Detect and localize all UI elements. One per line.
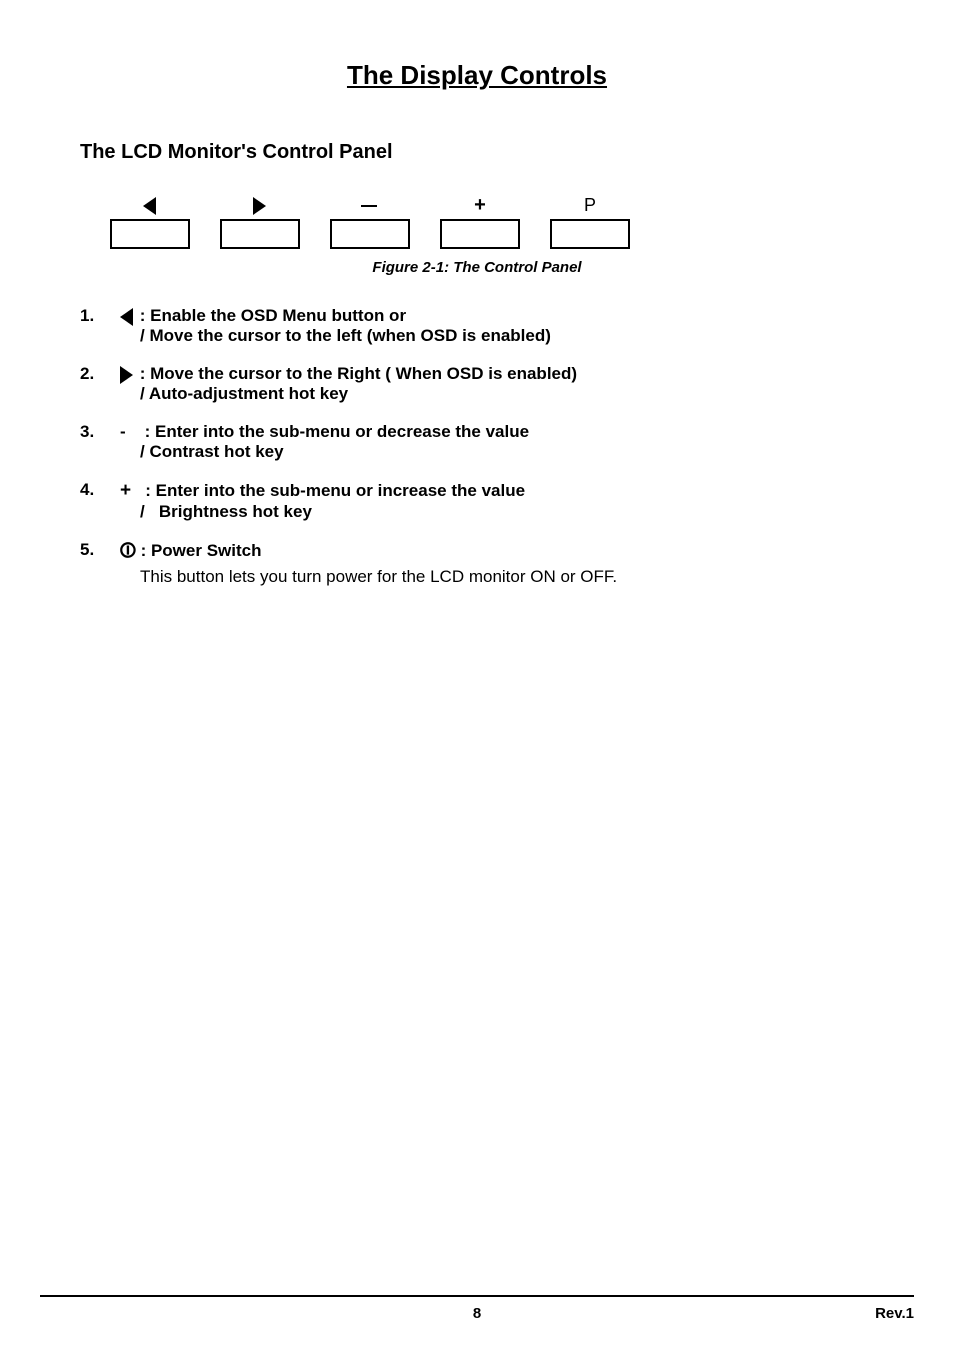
list-item-5: 5. ⏼ : Power Switch This button lets you… — [80, 540, 874, 587]
p-letter-icon: P — [584, 195, 596, 216]
item-3-number: 3. — [80, 422, 120, 442]
button-2-symbol — [220, 197, 300, 215]
button-3-box — [330, 219, 410, 249]
item-3-content: - : Enter into the sub-menu or decrease … — [120, 422, 874, 462]
button-1-symbol — [110, 197, 190, 215]
item-4-content: + : Enter into the sub-menu or increase … — [120, 480, 874, 522]
item-2-content: : Move the cursor to the Right ( When OS… — [120, 364, 874, 404]
item-3-dash-icon — [130, 422, 139, 441]
item-5-description: This button lets you turn power for the … — [120, 567, 874, 587]
power-icon: ⏼ — [120, 540, 136, 562]
list-item-2: 2. : Move the cursor to the Right ( When… — [80, 364, 874, 404]
item-1-number: 1. — [80, 306, 120, 326]
button-5-symbol: P — [550, 195, 630, 216]
footer-revision: Rev.1 — [875, 1305, 914, 1322]
dash-icon — [361, 205, 377, 207]
item-2-line1: : Move the cursor to the Right ( When OS… — [120, 364, 577, 383]
triangle-left-icon — [143, 197, 156, 215]
item-3-line2: / Contrast hot key — [120, 442, 284, 461]
footer-page-number: 8 — [40, 1305, 914, 1322]
controls-list: 1. : Enable the OSD Menu button or / Mov… — [80, 306, 874, 587]
button-1-box — [110, 219, 190, 249]
item-5-content: ⏼ : Power Switch This button lets you tu… — [120, 540, 874, 587]
item-1-content: : Enable the OSD Menu button or / Move t… — [120, 306, 874, 346]
item-3-line1: - : Enter into the sub-menu or decrease … — [120, 422, 529, 441]
list-item-4: 4. + : Enter into the sub-menu or increa… — [80, 480, 874, 522]
item-1-triangle-left-icon — [120, 308, 133, 326]
button-2-box — [220, 219, 300, 249]
list-item-1: 1. : Enable the OSD Menu button or / Mov… — [80, 306, 874, 346]
control-panel-diagram: + P — [110, 194, 874, 217]
item-4-number: 4. — [80, 480, 120, 500]
item-1-line2: / Move the cursor to the left (when OSD … — [120, 326, 551, 345]
item-2-number: 2. — [80, 364, 120, 384]
triangle-right-icon — [253, 197, 266, 215]
page-title: The Display Controls — [80, 60, 874, 91]
plus-icon: + — [474, 194, 486, 217]
item-5-number: 5. — [80, 540, 120, 560]
figure-caption: Figure 2-1: The Control Panel — [80, 259, 874, 276]
item-5-line1: ⏼ : Power Switch — [120, 541, 261, 560]
item-1-line1: : Enable the OSD Menu button or — [120, 306, 406, 325]
item-2-triangle-right-icon — [120, 366, 133, 384]
button-boxes-row — [110, 219, 874, 249]
button-4-symbol: + — [440, 194, 520, 217]
item-2-line2: / Auto-adjustment hot key — [120, 384, 348, 403]
button-5-box — [550, 219, 630, 249]
item-4-line1: + : Enter into the sub-menu or increase … — [120, 481, 525, 500]
button-3-symbol — [330, 205, 410, 207]
list-item-3: 3. - : Enter into the sub-menu or decrea… — [80, 422, 874, 462]
item-4-line2: / Brightness hot key — [120, 502, 312, 521]
footer: 8 Rev.1 — [40, 1295, 914, 1322]
item-4-plus-icon: + — [120, 480, 131, 501]
section-title: The LCD Monitor's Control Panel — [80, 141, 874, 164]
button-4-box — [440, 219, 520, 249]
